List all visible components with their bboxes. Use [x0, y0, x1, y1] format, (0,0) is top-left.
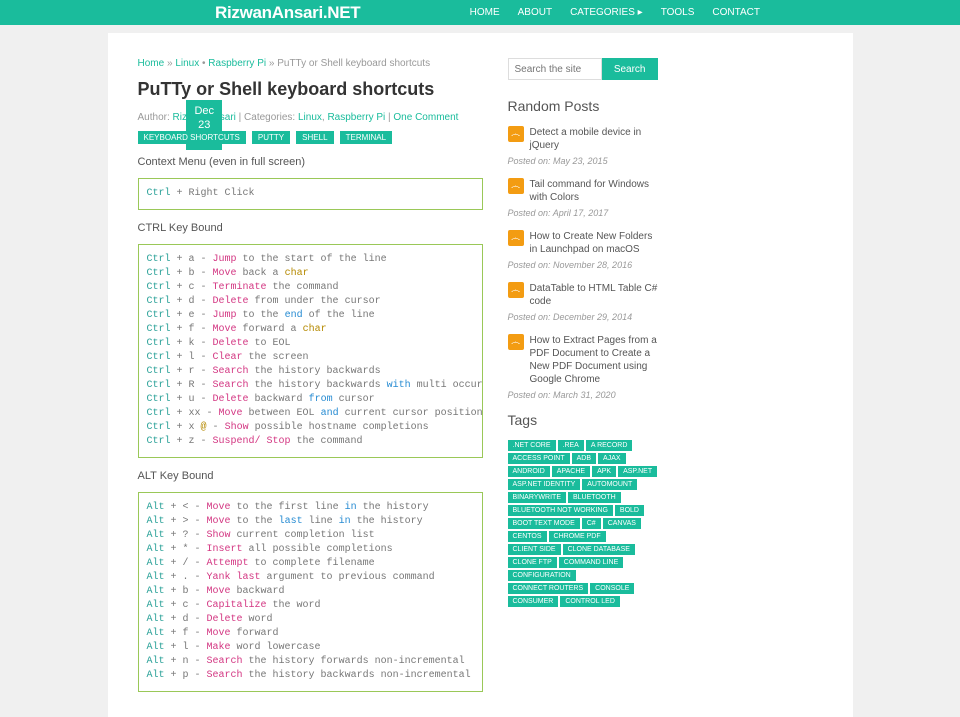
crumb-home[interactable]: Home: [138, 58, 165, 69]
nav-about[interactable]: ABOUT: [518, 7, 552, 18]
site-logo[interactable]: RizwanAnsari.NET: [215, 3, 360, 23]
breadcrumb: Home » Linux • Raspberry Pi » PuTTy or S…: [138, 58, 483, 69]
rss-icon: ෴: [508, 282, 524, 298]
tag-cloud-item[interactable]: BINARYWRITE: [508, 492, 567, 503]
cat-link-linux[interactable]: Linux: [298, 112, 322, 123]
random-post-item[interactable]: ෴ Detect a mobile device in jQuery: [508, 126, 658, 152]
section-label: ALT Key Bound: [138, 470, 483, 482]
tag-cloud-item[interactable]: BOOT TEXT MODE: [508, 518, 580, 529]
rss-icon: ෴: [508, 230, 524, 246]
crumb-current: PuTTy or Shell keyboard shortcuts: [277, 58, 430, 69]
tag-cloud-item[interactable]: C#: [582, 518, 601, 529]
tag-item[interactable]: TERMINAL: [340, 131, 392, 144]
post-title: How to Create New Folders in Launchpad o…: [530, 230, 658, 256]
tag-cloud-item[interactable]: ACCESS POINT: [508, 453, 570, 464]
main-nav: HOME ABOUT CATEGORIES ▸ TOOLS CONTACT: [470, 7, 760, 18]
tag-cloud: .NET CORE.REAA RECORD ACCESS POINTADBAJAX…: [508, 440, 658, 607]
tag-cloud-item[interactable]: APK: [592, 466, 616, 477]
tag-cloud-item[interactable]: CONNECT ROUTERS: [508, 583, 589, 594]
tag-cloud-item[interactable]: CANVAS: [603, 518, 641, 529]
section-label: CTRL Key Bound: [138, 222, 483, 234]
tag-cloud-item[interactable]: CONSOLE: [590, 583, 634, 594]
post-date: Posted on: May 23, 2015: [508, 156, 658, 166]
post-date: Posted on: December 29, 2014: [508, 312, 658, 322]
crumb-linux[interactable]: Linux: [175, 58, 199, 69]
post-title: Tail command for Windows with Colors: [530, 178, 658, 204]
rss-icon: ෴: [508, 126, 524, 142]
tag-cloud-item[interactable]: .REA: [558, 440, 584, 451]
tag-cloud-item[interactable]: ADB: [572, 453, 596, 464]
post-date: Posted on: November 28, 2016: [508, 260, 658, 270]
post-date: Posted on: March 31, 2020: [508, 390, 658, 400]
date-day: 23: [192, 118, 216, 132]
tags-heading: Tags: [508, 412, 658, 428]
nav-tools[interactable]: TOOLS: [661, 7, 695, 18]
section-label: Context Menu (even in full screen): [138, 156, 483, 168]
tag-cloud-item[interactable]: APACHE: [552, 466, 590, 477]
comments-link[interactable]: One Comment: [393, 112, 458, 123]
tag-item[interactable]: KEYBOARD SHORTCUTS: [138, 131, 246, 144]
cat-link-raspberry[interactable]: Raspberry Pi: [327, 112, 385, 123]
code-context: Ctrl + Right Click: [138, 178, 483, 210]
tag-cloud-item[interactable]: CLONE FTP: [508, 557, 557, 568]
tag-cloud-item[interactable]: BLUETOOTH: [568, 492, 621, 503]
post-date: Posted on: April 17, 2017: [508, 208, 658, 218]
nav-home[interactable]: HOME: [470, 7, 500, 18]
tag-cloud-item[interactable]: CHROME PDF: [549, 531, 606, 542]
post-title: How to Extract Pages from a PDF Document…: [530, 334, 658, 386]
search-button[interactable]: Search: [602, 58, 658, 80]
tag-cloud-item[interactable]: AUTOMOUNT: [582, 479, 637, 490]
tag-cloud-item[interactable]: BLUETOOTH NOT WORKING: [508, 505, 613, 516]
rss-icon: ෴: [508, 178, 524, 194]
tag-cloud-item[interactable]: CONFIGURATION: [508, 570, 576, 581]
random-posts-heading: Random Posts: [508, 98, 658, 114]
nav-contact[interactable]: CONTACT: [712, 7, 760, 18]
post-title: DataTable to HTML Table C# code: [530, 282, 658, 308]
tag-cloud-item[interactable]: A RECORD: [586, 440, 633, 451]
post-tags: KEYBOARD SHORTCUTS PUTTY SHELL TERMINAL: [138, 131, 483, 144]
crumb-raspberry[interactable]: Raspberry Pi: [208, 58, 266, 69]
tag-cloud-item[interactable]: CLONE DATABASE: [563, 544, 635, 555]
tag-cloud-item[interactable]: CLIENT SIDE: [508, 544, 561, 555]
search-input[interactable]: [508, 58, 602, 80]
random-post-item[interactable]: ෴ DataTable to HTML Table C# code: [508, 282, 658, 308]
tag-item[interactable]: SHELL: [296, 131, 333, 144]
tag-cloud-item[interactable]: AJAX: [598, 453, 626, 464]
tag-cloud-item[interactable]: COMMAND LINE: [559, 557, 623, 568]
random-post-item[interactable]: ෴ Tail command for Windows with Colors: [508, 178, 658, 204]
nav-categories[interactable]: CATEGORIES ▸: [570, 7, 643, 18]
code-ctrl: Ctrl + a - Jump to the start of the line…: [138, 244, 483, 458]
code-alt: Alt + < - Move to the first line in the …: [138, 492, 483, 692]
random-post-item[interactable]: ෴ How to Extract Pages from a PDF Documen…: [508, 334, 658, 386]
tag-cloud-item[interactable]: ASP.NET: [618, 466, 657, 477]
tag-cloud-item[interactable]: CENTOS: [508, 531, 547, 542]
rss-icon: ෴: [508, 334, 524, 350]
date-month: Dec: [192, 104, 216, 118]
tag-cloud-item[interactable]: CONTROL LED: [560, 596, 620, 607]
tag-cloud-item[interactable]: ANDROID: [508, 466, 550, 477]
post-title: Detect a mobile device in jQuery: [530, 126, 658, 152]
page-title: PuTTy or Shell keyboard shortcuts: [138, 79, 483, 100]
tag-cloud-item[interactable]: ASP.NET IDENTITY: [508, 479, 581, 490]
tag-cloud-item[interactable]: BOLD: [615, 505, 644, 516]
tag-item[interactable]: PUTTY: [252, 131, 290, 144]
random-post-item[interactable]: ෴ How to Create New Folders in Launchpad …: [508, 230, 658, 256]
tag-cloud-item[interactable]: .NET CORE: [508, 440, 556, 451]
tag-cloud-item[interactable]: CONSUMER: [508, 596, 559, 607]
